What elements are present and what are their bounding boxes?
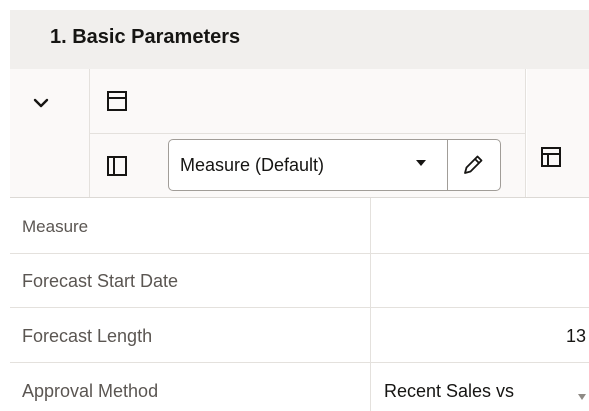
pencil-icon[interactable]	[460, 152, 486, 178]
row-value-approval-method[interactable]: Recent Sales vs	[384, 381, 514, 402]
panel-left-icon[interactable]	[106, 155, 128, 177]
section-title: 1. Basic Parameters	[50, 26, 241, 48]
row-label-measure: Measure	[22, 217, 89, 236]
measure-select-value: Measure (Default)	[180, 155, 325, 175]
row-label-forecast-start-date: Forecast Start Date	[22, 271, 179, 291]
table-column-divider	[370, 198, 371, 411]
row-label-forecast-length: Forecast Length	[22, 326, 153, 346]
panel-top-icon[interactable]	[106, 90, 128, 112]
row-label-approval-method: Approval Method	[22, 381, 159, 401]
caret-down-icon[interactable]	[577, 393, 587, 401]
toolbar-left-cell	[10, 69, 90, 197]
caret-down-icon[interactable]	[415, 158, 427, 168]
table-row-divider	[10, 307, 589, 308]
pane-layout-icon[interactable]	[540, 146, 562, 168]
select-divider	[447, 140, 448, 190]
toolbar-right-cell	[527, 69, 589, 197]
row-value-forecast-length[interactable]: 13	[566, 326, 586, 347]
table-row-divider	[10, 362, 589, 363]
toolbar-bottom-border	[10, 197, 589, 198]
chevron-down-icon[interactable]	[30, 92, 52, 114]
toolbar-divider	[90, 133, 526, 134]
table-row-divider	[10, 253, 589, 254]
